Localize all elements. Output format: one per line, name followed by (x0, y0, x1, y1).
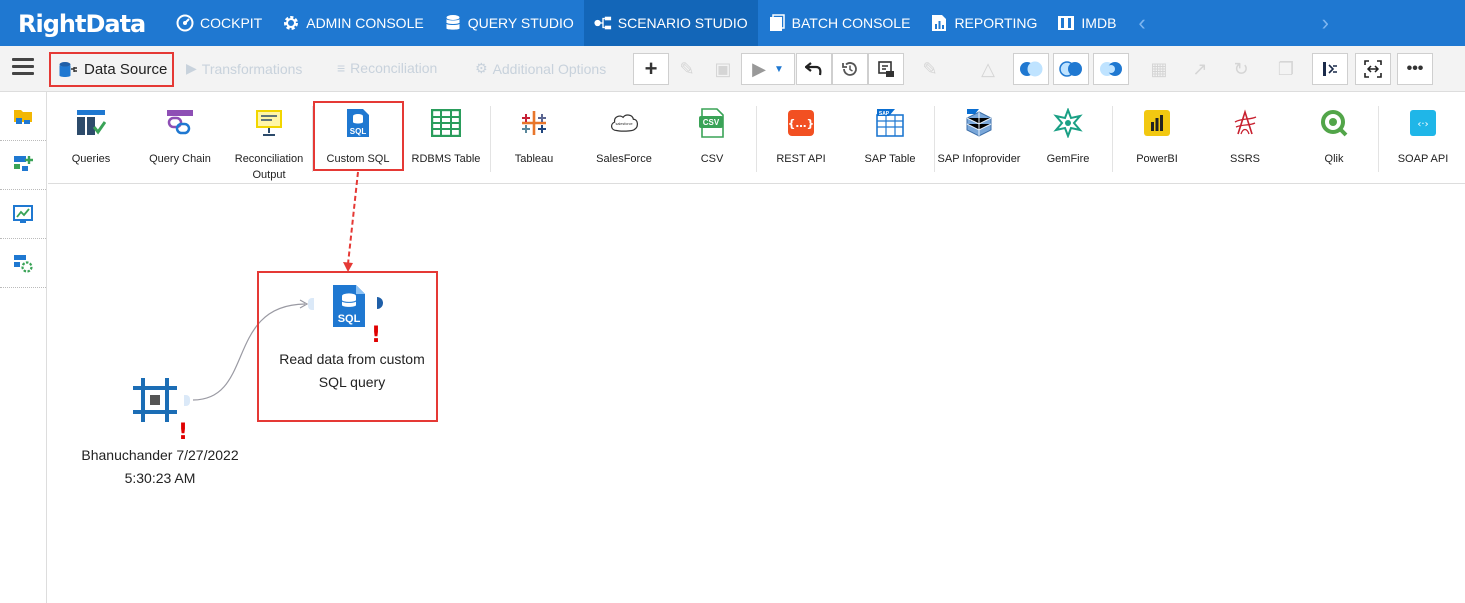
start-node-warning-icon: ! (178, 420, 189, 445)
sql-node-label: Read data from custom SQL query (260, 348, 444, 394)
sql-node-input-port[interactable] (308, 298, 314, 310)
custom-sql-node-icon: SQL (333, 285, 365, 327)
sql-node-label-line1: Read data from custom (279, 351, 425, 367)
sql-node[interactable]: SQL (331, 284, 367, 328)
start-node-output-port[interactable] (184, 395, 190, 406)
scenario-canvas (192, 171, 359, 401)
start-node[interactable] (132, 377, 178, 423)
start-node-label-line1: Bhanuchander 7/27/2022 (81, 447, 239, 463)
start-node-label-line2: 5:30:23 AM (124, 470, 196, 486)
sql-node-label-line2: SQL query (318, 374, 386, 390)
start-node-icon (133, 378, 177, 422)
sql-node-warning-icon: ! (371, 323, 382, 348)
start-node-label: Bhanuchander 7/27/2022 5:30:23 AM (60, 444, 260, 490)
pointer-arrow (347, 171, 359, 265)
svg-text:SQL: SQL (338, 313, 361, 325)
